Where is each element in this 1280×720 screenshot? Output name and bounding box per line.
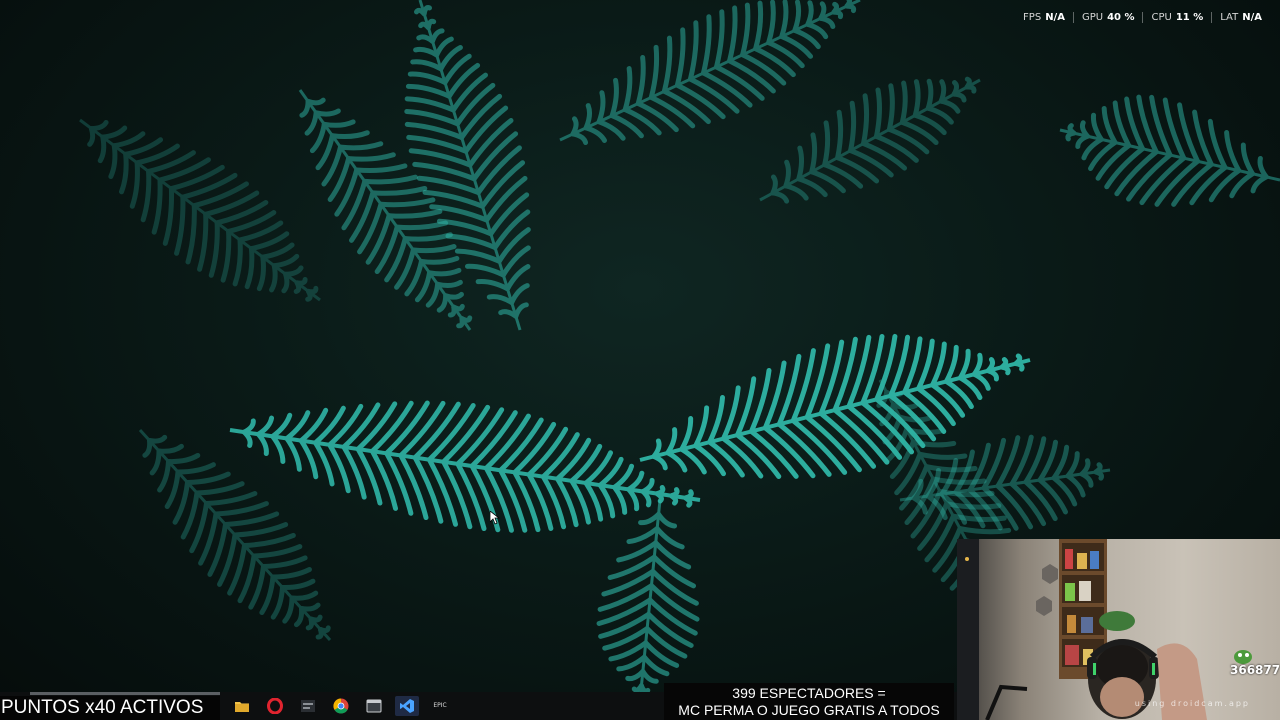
fern-frond: [404, 0, 531, 331]
fern-frond: [559, 0, 861, 146]
perf-value: 11 %: [1175, 12, 1204, 23]
perf-label: LAT: [1220, 12, 1239, 23]
file-explorer-icon[interactable]: [230, 696, 254, 716]
perf-fps: FPS N/A: [1015, 12, 1073, 23]
perf-latency: LAT N/A: [1211, 12, 1270, 23]
banner-line-2: MC PERMA O JUEGO GRATIS A TODOS: [678, 702, 940, 718]
perf-gpu: GPU 40 %: [1072, 12, 1143, 23]
viewer-goal-banner: 399 ESPECTADORES = MC PERMA O JUEGO GRAT…: [664, 683, 954, 720]
perf-value: N/A: [1045, 12, 1065, 23]
epic-label: EPIC: [433, 702, 447, 709]
banner-line-1: 399 ESPECTADORES =: [732, 685, 886, 701]
perf-label: CPU: [1151, 12, 1172, 23]
webcam-counter: 366877: [1230, 663, 1280, 677]
opera-browser-icon[interactable]: [263, 696, 287, 716]
fern-frond: [79, 118, 321, 302]
epic-games-icon[interactable]: EPIC: [428, 696, 452, 716]
perf-value: N/A: [1242, 12, 1262, 23]
perf-label: GPU: [1081, 12, 1104, 23]
points-overlay: PUNTOS x40 ACTIVOS: [0, 696, 220, 720]
perf-label: FPS: [1023, 12, 1042, 23]
fern-frond: [138, 428, 332, 642]
visual-studio-icon[interactable]: [395, 696, 419, 716]
perf-value: 40 %: [1107, 12, 1135, 23]
webcam-watermark: using droidcam.app: [1134, 699, 1250, 708]
performance-overlay: FPS N/A GPU 40 % CPU 11 % LAT N/A: [1015, 12, 1270, 23]
window-app-icon[interactable]: [362, 696, 386, 716]
app-icon[interactable]: [296, 696, 320, 716]
fern-frond: [596, 499, 700, 701]
fern-frond: [1059, 94, 1280, 207]
webcam-feed: 366877 using droidcam.app: [957, 539, 1280, 720]
perf-cpu: CPU 11 %: [1142, 12, 1211, 23]
taskbar-icons: EPIC: [230, 696, 452, 716]
overlay-divider: [30, 692, 220, 695]
webcam-image: [957, 539, 1252, 720]
mouse-cursor-icon: [490, 511, 500, 525]
chrome-icon[interactable]: [329, 696, 353, 716]
fern-frond: [759, 76, 981, 204]
fern-frond: [229, 400, 701, 533]
